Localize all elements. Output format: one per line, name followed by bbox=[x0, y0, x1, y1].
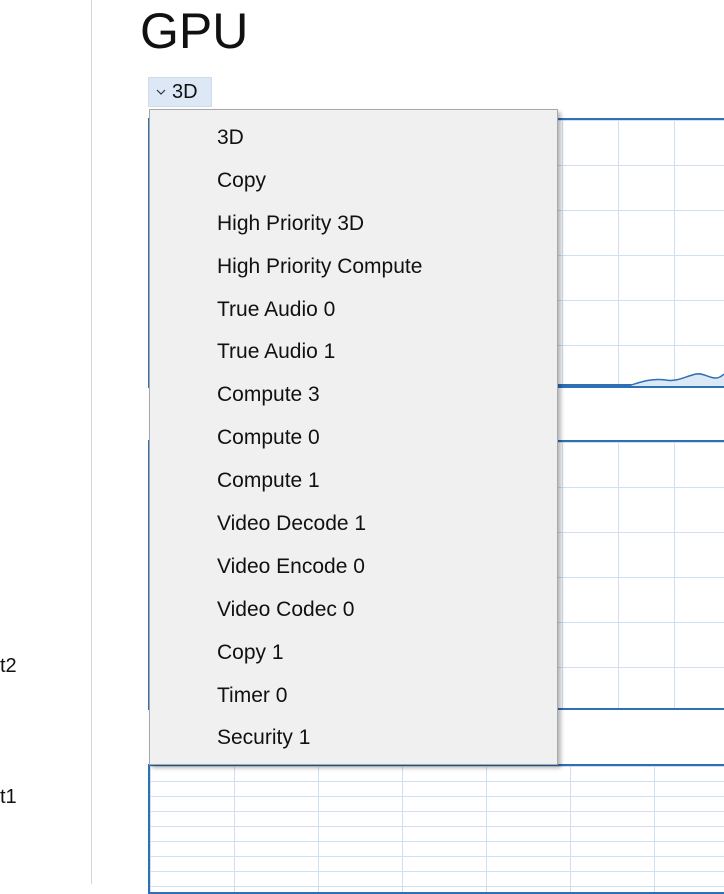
engine-selector-value: 3D bbox=[172, 80, 198, 103]
sidebar-item-label[interactable]: t2 bbox=[0, 655, 17, 678]
menu-item-high-priority-compute[interactable]: High Priority Compute bbox=[150, 246, 557, 289]
memory-usage-graph bbox=[148, 764, 724, 894]
menu-item-true-audio-1[interactable]: True Audio 1 bbox=[150, 331, 557, 374]
sidebar-item-label[interactable]: t1 bbox=[0, 786, 17, 809]
menu-item-video-codec-0[interactable]: Video Codec 0 bbox=[150, 589, 557, 632]
menu-item-copy-1[interactable]: Copy 1 bbox=[150, 632, 557, 675]
page-title: GPU bbox=[140, 3, 249, 59]
menu-item-3d[interactable]: 3D bbox=[150, 117, 557, 160]
chevron-down-icon bbox=[156, 89, 166, 95]
menu-item-compute-1[interactable]: Compute 1 bbox=[150, 460, 557, 503]
menu-item-video-decode-1[interactable]: Video Decode 1 bbox=[150, 503, 557, 546]
engine-selector[interactable]: 3D bbox=[148, 77, 212, 107]
menu-item-compute-0[interactable]: Compute 0 bbox=[150, 417, 557, 460]
menu-item-high-priority-3d[interactable]: High Priority 3D bbox=[150, 203, 557, 246]
menu-item-security-1[interactable]: Security 1 bbox=[150, 717, 557, 760]
menu-item-timer-0[interactable]: Timer 0 bbox=[150, 675, 557, 718]
menu-item-true-audio-0[interactable]: True Audio 0 bbox=[150, 289, 557, 332]
menu-item-compute-3[interactable]: Compute 3 bbox=[150, 374, 557, 417]
left-panel: t2 t1 bbox=[0, 0, 92, 884]
menu-item-video-encode-0[interactable]: Video Encode 0 bbox=[150, 546, 557, 589]
engine-dropdown-menu: 3D Copy High Priority 3D High Priority C… bbox=[149, 109, 558, 765]
menu-item-copy[interactable]: Copy bbox=[150, 160, 557, 203]
